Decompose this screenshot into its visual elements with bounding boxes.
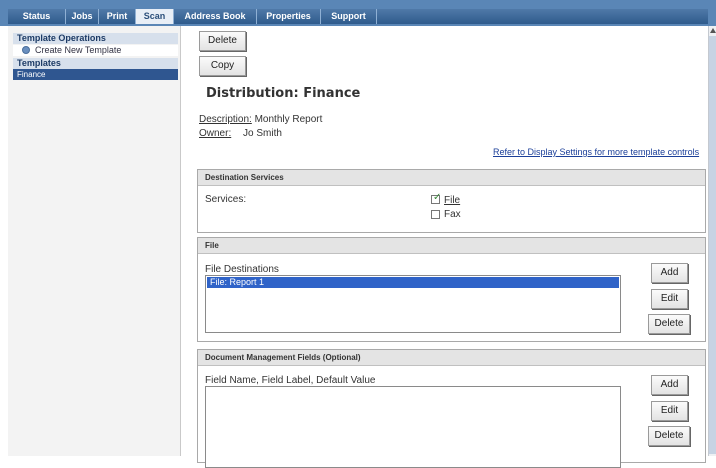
template-operations-header: Template Operations [13,33,178,44]
tab-print[interactable]: Print [99,9,136,24]
create-template-label: Create New Template [35,45,122,55]
document-management-header: Document Management Fields (Optional) [198,350,705,366]
copy-button[interactable]: Copy [199,56,246,76]
tab-scan[interactable]: Scan [136,9,174,24]
destination-services-header: Destination Services [198,170,705,186]
file-delete-button[interactable]: Delete [648,314,690,334]
scroll-up-icon[interactable] [710,28,716,33]
page-title: Distribution: Finance [206,86,361,101]
description-value: Monthly Report [254,114,323,125]
fax-checkbox[interactable] [431,210,440,219]
file-destinations-label: File Destinations [205,264,279,275]
tab-address-book[interactable]: Address Book [174,9,257,24]
file-checkbox[interactable]: ✓ [431,192,442,204]
list-item[interactable]: File: Report 1 [207,277,619,288]
file-edit-button[interactable]: Edit [651,289,688,309]
display-settings-link[interactable]: Refer to Display Settings for more templ… [493,147,699,157]
document-management-panel: Document Management Fields (Optional) Fi… [197,349,706,468]
template-item-finance[interactable]: Finance [13,69,178,80]
delete-button[interactable]: Delete [199,31,246,51]
check-icon: ✓ [433,192,442,203]
scrollbar-thumb[interactable] [709,36,716,454]
destination-services-panel: Destination Services Services: ✓ File Fa… [197,169,706,233]
owner-value: Jo Smith [243,128,282,139]
tab-support[interactable]: Support [321,9,377,24]
file-panel: File File Destinations File: Report 1 Ad… [197,237,706,342]
field-columns-label: Field Name, Field Label, Default Value [205,375,376,386]
docmgmt-delete-button[interactable]: Delete [648,426,690,446]
tab-status[interactable]: Status [8,9,66,24]
description-label: Description: [199,114,252,125]
services-label: Services: [205,194,247,205]
create-new-template-link[interactable]: Create New Template [13,45,178,56]
fax-checkbox-label: Fax [444,209,461,220]
vertical-scrollbar[interactable] [708,26,716,456]
templates-header: Templates [13,58,178,69]
top-nav: Status Jobs Print Scan Address Book Prop… [0,0,716,26]
gear-icon [22,46,30,54]
docmgmt-edit-button[interactable]: Edit [651,401,688,421]
tab-properties[interactable]: Properties [257,9,321,24]
owner-label: Owner: [199,128,232,139]
docmgmt-add-button[interactable]: Add [651,375,688,395]
file-checkbox-label: File [444,195,461,206]
file-panel-header: File [198,238,705,254]
tab-jobs[interactable]: Jobs [66,9,99,24]
file-destinations-list[interactable]: File: Report 1 [205,275,621,333]
left-panel: Template Operations Create New Template … [8,26,181,456]
file-add-button[interactable]: Add [651,263,688,283]
